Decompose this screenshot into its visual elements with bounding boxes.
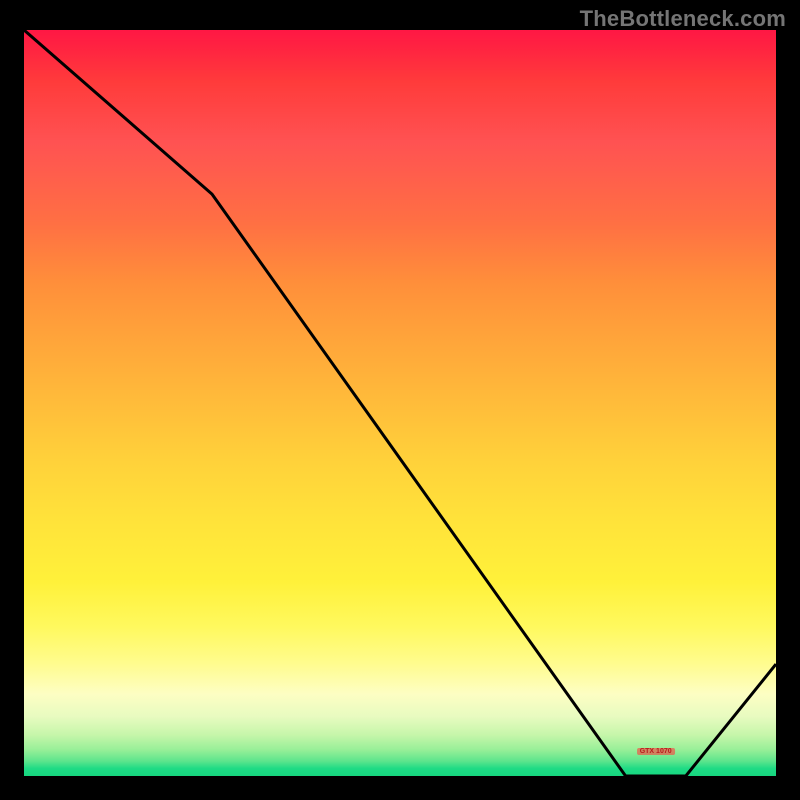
bottleneck-curve — [24, 30, 776, 776]
chart-frame: TheBottleneck.com GTX 1070 — [0, 0, 800, 800]
marker-label: GTX 1070 — [637, 748, 675, 755]
watermark-text: TheBottleneck.com — [580, 6, 786, 32]
plot-area: GTX 1070 — [24, 30, 776, 776]
